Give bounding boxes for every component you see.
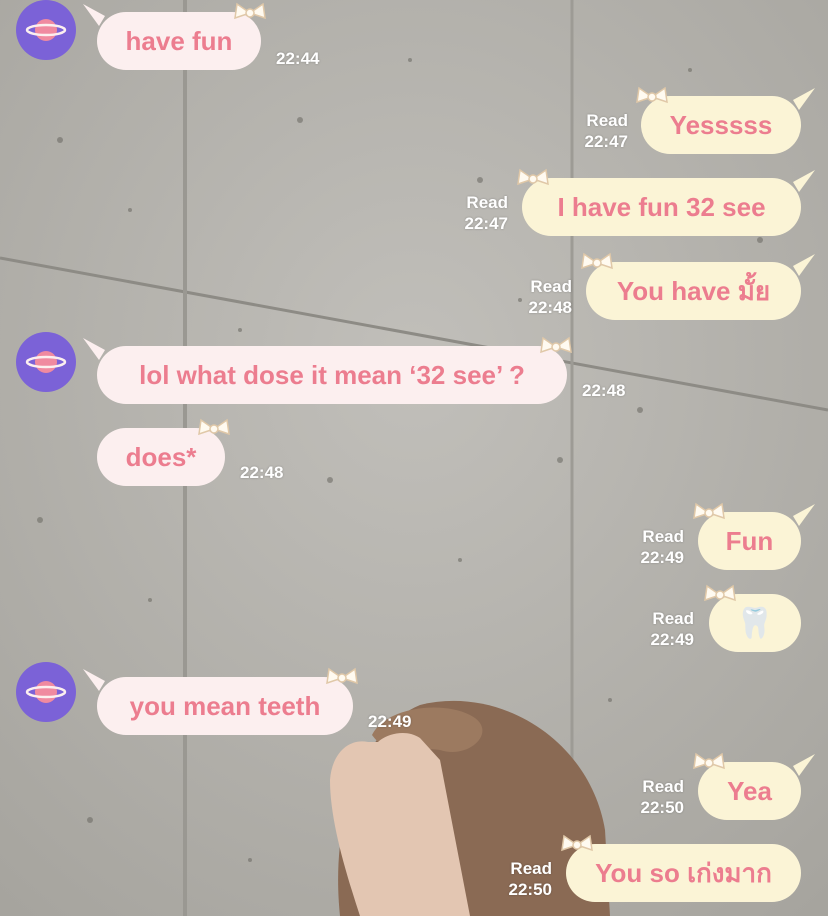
message-bubble[interactable]: Yea xyxy=(693,752,815,820)
avatar[interactable] xyxy=(16,0,76,60)
bubble-tail xyxy=(793,170,815,192)
avatar[interactable] xyxy=(16,332,76,392)
planet-icon xyxy=(25,351,67,373)
message-text: You have มั้ย xyxy=(616,275,771,306)
message-text: does* xyxy=(125,441,197,472)
message-bubble[interactable]: have fun xyxy=(83,2,266,70)
read-receipt: Read 22:49 xyxy=(650,609,694,649)
message-text: you mean teeth xyxy=(129,690,321,721)
read-receipt: Read 22:50 xyxy=(640,777,684,817)
message-bubble[interactable]: Yesssss xyxy=(636,86,815,154)
read-receipt: Read 22:47 xyxy=(584,111,628,151)
read-receipt: Read 22:49 xyxy=(640,527,684,567)
planet-icon xyxy=(25,19,67,41)
bow-icon xyxy=(540,336,572,354)
message-bubble[interactable]: 🦷 xyxy=(704,584,801,652)
bow-icon xyxy=(693,502,725,520)
planet-icon xyxy=(25,681,67,703)
message-text: Yea xyxy=(727,775,772,806)
message-time: 22:49 xyxy=(368,712,412,731)
bubble-tail xyxy=(793,254,815,276)
message-bubble[interactable]: I have fun 32 see xyxy=(517,168,815,236)
message-time: 22:48 xyxy=(582,381,626,400)
message-text: Yesssss xyxy=(669,109,773,140)
bow-icon xyxy=(326,667,358,685)
bubble-tail xyxy=(793,504,815,526)
tooth-emoji: 🦷 xyxy=(736,606,774,640)
bubble-tail xyxy=(83,4,105,26)
bow-icon xyxy=(581,252,613,270)
message-bubble[interactable]: you mean teeth xyxy=(83,667,358,735)
bubble-tail xyxy=(793,754,815,776)
message-time: 22:48 xyxy=(240,463,284,482)
bow-icon xyxy=(517,168,549,186)
bow-icon xyxy=(234,2,266,20)
message-text: You so เก่งมาก xyxy=(595,857,772,888)
message-bubble[interactable]: You have มั้ย xyxy=(581,252,815,320)
bubble-tail xyxy=(83,338,105,360)
bow-icon xyxy=(693,752,725,770)
bow-icon xyxy=(704,584,736,602)
message-bubble[interactable]: You so เก่งมาก xyxy=(561,834,801,902)
bow-icon xyxy=(198,418,230,436)
message-bubble[interactable]: does* xyxy=(97,418,230,486)
message-bubble[interactable]: lol what dose it mean ‘32 see’ ? xyxy=(83,336,572,404)
message-bubble[interactable]: Fun xyxy=(693,502,815,570)
message-text: lol what dose it mean ‘32 see’ ? xyxy=(139,359,525,390)
bubble-tail xyxy=(793,88,815,110)
read-receipt: Read 22:48 xyxy=(528,277,572,317)
read-receipt: Read 22:50 xyxy=(508,859,552,899)
avatar[interactable] xyxy=(16,662,76,722)
message-text: I have fun 32 see xyxy=(557,191,766,222)
message-text: have fun xyxy=(125,25,233,56)
bubble-tail xyxy=(83,669,105,691)
message-text: Fun xyxy=(725,525,774,556)
bow-icon xyxy=(561,834,593,852)
read-receipt: Read 22:47 xyxy=(464,193,508,233)
bow-icon xyxy=(636,86,668,104)
message-time: 22:44 xyxy=(276,49,320,68)
